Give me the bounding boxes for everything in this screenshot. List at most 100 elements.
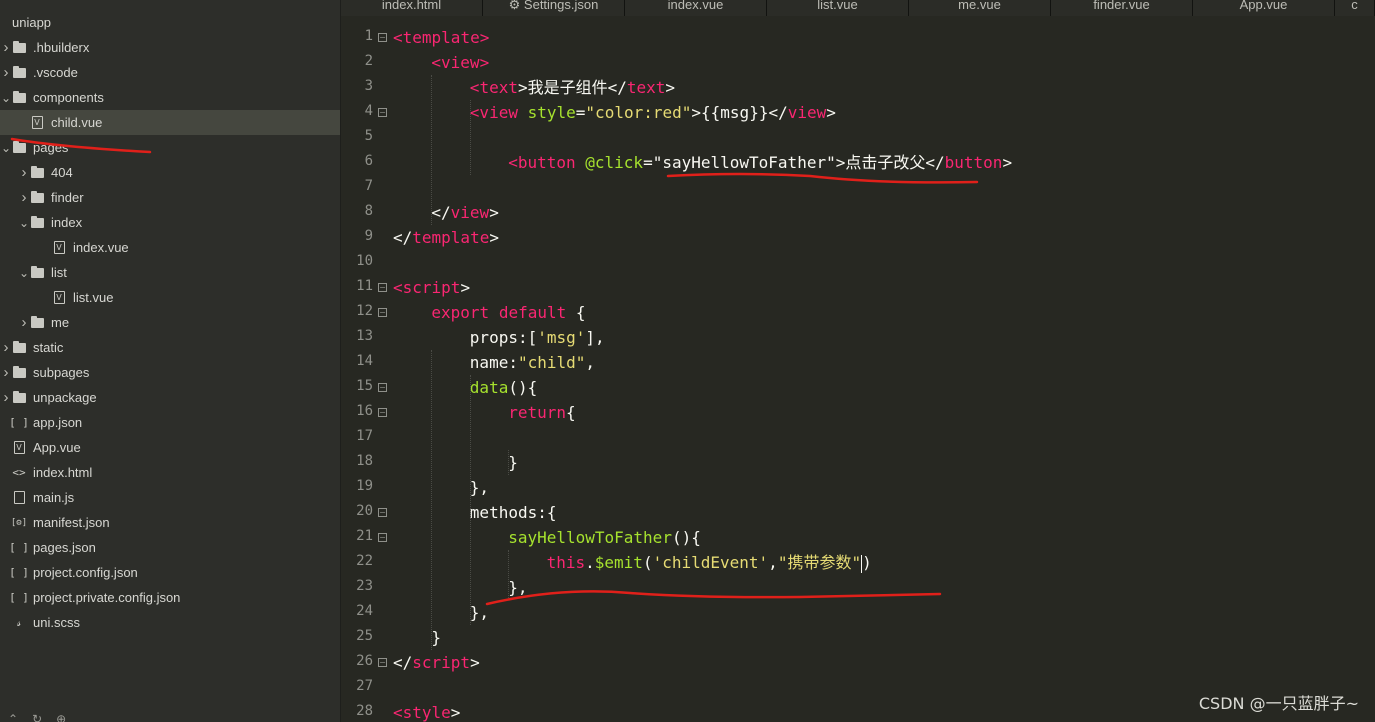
code-line[interactable]: return{: [393, 400, 575, 425]
tree-item-404[interactable]: › 404: [0, 160, 340, 185]
code-token-tag: text: [479, 78, 518, 97]
tab-index-vue[interactable]: index.vue: [625, 0, 767, 16]
fold-toggle-icon[interactable]: −: [378, 283, 387, 292]
code-line[interactable]: <view>: [393, 50, 489, 75]
tree-item-pages-json[interactable]: [ ] pages.json: [0, 535, 340, 560]
code-line[interactable]: methods:{: [393, 500, 557, 525]
code-line[interactable]: </template>: [393, 225, 499, 250]
tree-item-label: project.private.config.json: [33, 590, 181, 605]
tab-label: finder.vue: [1093, 0, 1150, 12]
tree-item-project-private-config-json[interactable]: [ ] project.private.config.json: [0, 585, 340, 610]
filter-icon[interactable]: ⌃: [8, 712, 18, 722]
code-line[interactable]: this.$emit('childEvent',"携带参数"): [393, 550, 872, 575]
tree-item-child-vue[interactable]: Vchild.vue: [0, 110, 340, 135]
tree-item-index-html[interactable]: <> index.html: [0, 460, 340, 485]
code-line[interactable]: <view style="color:red">{{msg}}</view>: [393, 100, 836, 125]
tree-item-list-vue[interactable]: Vlist.vue: [0, 285, 340, 310]
tree-item-vscode[interactable]: › .vscode: [0, 60, 340, 85]
tree-item-main-js[interactable]: main.js: [0, 485, 340, 510]
tab-index-html[interactable]: index.html: [341, 0, 483, 16]
code-line[interactable]: data(){: [393, 375, 537, 400]
tab-me-vue[interactable]: me.vue: [909, 0, 1051, 16]
chevron-down-icon[interactable]: ⌄: [0, 91, 12, 105]
tree-item-list[interactable]: ⌄ list: [0, 260, 340, 285]
tree-item-label: pages.json: [33, 540, 96, 555]
chevron-right-icon[interactable]: ›: [0, 39, 12, 56]
chevron-right-icon[interactable]: ›: [0, 364, 12, 381]
tree-item-components[interactable]: ⌄ components: [0, 85, 340, 110]
tab-label: list.vue: [817, 0, 858, 12]
tree-item-static[interactable]: › static: [0, 335, 340, 360]
code-token-plain: >: [665, 78, 676, 97]
fold-toggle-icon[interactable]: −: [378, 383, 387, 392]
tree-item-index-vue[interactable]: Vindex.vue: [0, 235, 340, 260]
chevron-down-icon[interactable]: ⌄: [18, 216, 30, 230]
chevron-right-icon[interactable]: ›: [18, 314, 30, 331]
code-line[interactable]: },: [393, 600, 489, 625]
line-number: 11: [356, 278, 373, 294]
code-line[interactable]: },: [393, 475, 489, 500]
code-token-plain: {: [566, 303, 586, 322]
chevron-right-icon[interactable]: ›: [18, 164, 30, 181]
chevron-right-icon[interactable]: ›: [0, 389, 12, 406]
fold-toggle-icon[interactable]: −: [378, 308, 387, 317]
code-line[interactable]: <script>: [393, 275, 470, 300]
tree-item-uniapp[interactable]: uniapp: [0, 10, 340, 35]
globe-icon[interactable]: ⊕: [56, 712, 66, 722]
tree-item-unpackage[interactable]: › unpackage: [0, 385, 340, 410]
tab-finder-vue[interactable]: finder.vue: [1051, 0, 1193, 16]
chevron-down-icon[interactable]: ⌄: [0, 141, 12, 155]
tab-label: index.html: [381, 0, 442, 12]
code-line[interactable]: name:"child",: [393, 350, 595, 375]
code-token-plain: }: [508, 453, 518, 472]
tree-item-me[interactable]: › me: [0, 310, 340, 335]
chevron-right-icon[interactable]: ›: [0, 339, 12, 356]
code-line[interactable]: export default {: [393, 300, 586, 325]
tree-item-hbuilderx[interactable]: › .hbuilderx: [0, 35, 340, 60]
tree-item-finder[interactable]: › finder: [0, 185, 340, 210]
tree-item-app-json[interactable]: [ ] app.json: [0, 410, 340, 435]
tree-item-uni-scss[interactable]: 𝓈 uni.scss: [0, 610, 340, 635]
code-token-plain: =: [575, 103, 586, 122]
indent-guide: [431, 350, 433, 650]
tab-c[interactable]: c: [1335, 0, 1375, 16]
code-line[interactable]: <style>: [393, 700, 460, 722]
chevron-down-icon[interactable]: ⌄: [18, 266, 30, 280]
code-token-plain: >: [470, 653, 480, 672]
tab-app-vue[interactable]: App.vue: [1193, 0, 1335, 16]
fold-toggle-icon[interactable]: −: [378, 533, 387, 542]
tree-item-index[interactable]: ⌄ index: [0, 210, 340, 235]
code-line[interactable]: props:['msg'],: [393, 325, 605, 350]
tab-settings-json[interactable]: ⚙ Settings.json: [483, 0, 625, 16]
code-line[interactable]: <button @click="sayHellowToFather">点击子改父…: [393, 150, 1012, 175]
code-token-fn: sayHellowToFather: [508, 528, 672, 547]
fold-toggle-icon[interactable]: −: [378, 408, 387, 417]
tree-item-subpages[interactable]: › subpages: [0, 360, 340, 385]
fold-toggle-icon[interactable]: −: [378, 108, 387, 117]
code-token-tag: >: [479, 53, 490, 72]
tree-item-app-vue[interactable]: V App.vue: [0, 435, 340, 460]
fold-toggle-icon[interactable]: −: [378, 658, 387, 667]
fold-toggle-icon[interactable]: −: [378, 33, 387, 42]
code-token-tag: <: [431, 53, 442, 72]
code-line[interactable]: <template>: [393, 25, 489, 50]
fold-toggle-icon[interactable]: −: [378, 508, 387, 517]
code-line[interactable]: }: [393, 450, 518, 475]
code-line[interactable]: <text>我是子组件</text>: [393, 75, 675, 100]
chevron-right-icon[interactable]: ›: [18, 189, 30, 206]
code-line[interactable]: }: [393, 625, 441, 650]
tree-item-pages[interactable]: ⌄ pages: [0, 135, 340, 160]
tree-item-project-config-json[interactable]: [ ] project.config.json: [0, 560, 340, 585]
chevron-right-icon[interactable]: ›: [0, 64, 12, 81]
tree-item-manifest-json[interactable]: [⚙] manifest.json: [0, 510, 340, 535]
tree-item-label: subpages: [33, 365, 90, 380]
code-editor[interactable]: 1− <template> 2 <view> 3 <text>我是子组件</text> 4−…: [341, 16, 1375, 722]
tab-list-vue[interactable]: list.vue: [767, 0, 909, 16]
code-line[interactable]: sayHellowToFather(){: [393, 525, 701, 550]
code-line[interactable]: </script>: [393, 650, 480, 675]
refresh-icon[interactable]: ↻: [32, 712, 42, 722]
code-token-plain: ,: [585, 353, 596, 372]
code-line[interactable]: </view>: [393, 200, 498, 225]
code-token-tag: script: [412, 653, 471, 672]
